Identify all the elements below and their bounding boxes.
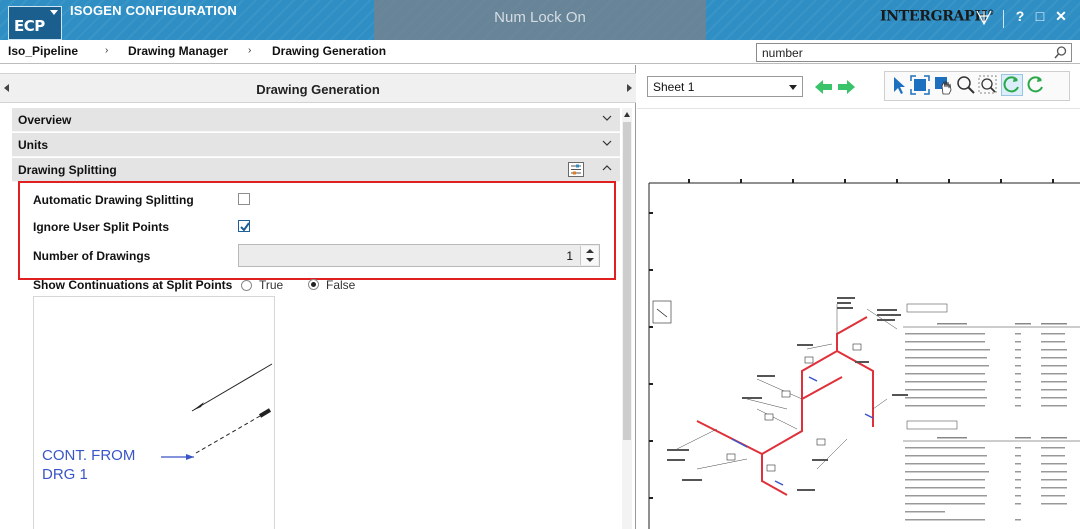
section-overview[interactable]: Overview bbox=[12, 108, 620, 132]
restore-button[interactable]: □ bbox=[1032, 8, 1048, 24]
breadcrumb-separator: › bbox=[105, 45, 109, 56]
zoom-icon[interactable] bbox=[955, 74, 977, 96]
logo-menu-arrow-icon bbox=[50, 10, 58, 15]
continuation-text-line2: DRG 1 bbox=[42, 466, 88, 483]
scrollbar-thumb[interactable] bbox=[623, 122, 631, 440]
drawing-toolbar: Sheet 1 bbox=[637, 65, 1080, 109]
section-drawing-splitting[interactable]: Drawing Splitting bbox=[12, 158, 620, 182]
zoom-window-icon[interactable] bbox=[977, 74, 999, 96]
back-arrow-icon[interactable] bbox=[813, 76, 835, 98]
breadcrumb-separator: › bbox=[248, 45, 252, 56]
chevron-down-icon bbox=[789, 85, 797, 90]
isometric-drawing-canvas[interactable] bbox=[637, 109, 1080, 529]
continuations-true-label[interactable]: True bbox=[259, 278, 283, 292]
scroll-up-icon[interactable] bbox=[624, 112, 630, 117]
panel-header: Drawing Generation bbox=[0, 73, 636, 103]
app-window: ECP ISOGEN CONFIGURATION INTERGRAPH® ? □… bbox=[0, 0, 1080, 529]
section-settings-icon[interactable] bbox=[568, 162, 584, 177]
scroll-right-icon[interactable] bbox=[627, 84, 632, 92]
continuations-true-radio[interactable] bbox=[241, 280, 252, 291]
continuation-preview-drawing bbox=[161, 363, 273, 460]
breadcrumb-item-iso-pipeline[interactable]: Iso_Pipeline bbox=[8, 44, 78, 58]
close-button[interactable]: ✕ bbox=[1053, 8, 1069, 25]
pan-hand-icon[interactable] bbox=[933, 74, 955, 96]
search-box[interactable]: number bbox=[756, 43, 1072, 62]
logo-text: ECP bbox=[14, 17, 45, 35]
app-title: ISOGEN CONFIGURATION bbox=[70, 3, 237, 18]
section-label: Units bbox=[18, 138, 48, 152]
chevron-down-icon[interactable] bbox=[602, 138, 612, 148]
brand-text: INTERGRAPH bbox=[880, 8, 988, 25]
highlight-box bbox=[18, 181, 616, 280]
app-logo[interactable]: ECP bbox=[8, 6, 62, 40]
panel-title: Drawing Generation bbox=[256, 82, 380, 97]
select-pointer-icon[interactable] bbox=[888, 74, 910, 96]
section-units[interactable]: Units bbox=[12, 133, 620, 157]
refresh-icon[interactable] bbox=[1001, 74, 1023, 96]
show-continuations-label: Show Continuations at Split Points bbox=[33, 278, 233, 292]
continuations-false-label[interactable]: False bbox=[326, 278, 355, 292]
search-input[interactable]: number bbox=[762, 46, 803, 60]
search-icon[interactable] bbox=[1053, 45, 1068, 60]
forward-arrow-icon[interactable] bbox=[835, 76, 857, 98]
breadcrumb-item-drawing-manager[interactable]: Drawing Manager bbox=[128, 44, 228, 58]
window-controls-separator bbox=[1003, 10, 1004, 28]
continuation-text-line1: CONT. FROM bbox=[42, 447, 136, 464]
help-button[interactable]: ? bbox=[1012, 8, 1028, 24]
sheet-select[interactable]: Sheet 1 bbox=[647, 76, 803, 97]
breadcrumb-item-drawing-generation[interactable]: Drawing Generation bbox=[272, 44, 386, 58]
chevron-up-icon[interactable] bbox=[602, 163, 612, 173]
chevron-down-icon[interactable] bbox=[602, 113, 612, 123]
continuation-preview: CONT. FROM DRG 1 bbox=[33, 296, 275, 529]
section-label: Overview bbox=[18, 113, 72, 127]
fit-view-icon[interactable] bbox=[909, 74, 931, 96]
continuations-false-radio[interactable] bbox=[308, 279, 319, 290]
panel-scrollbar[interactable] bbox=[622, 108, 632, 529]
section-label: Drawing Splitting bbox=[18, 163, 117, 177]
redo-icon[interactable] bbox=[1025, 74, 1047, 96]
brand-logo-icon bbox=[976, 10, 992, 26]
sheet-select-value: Sheet 1 bbox=[653, 80, 695, 94]
drawing-preview-panel: Sheet 1 bbox=[637, 65, 1080, 529]
